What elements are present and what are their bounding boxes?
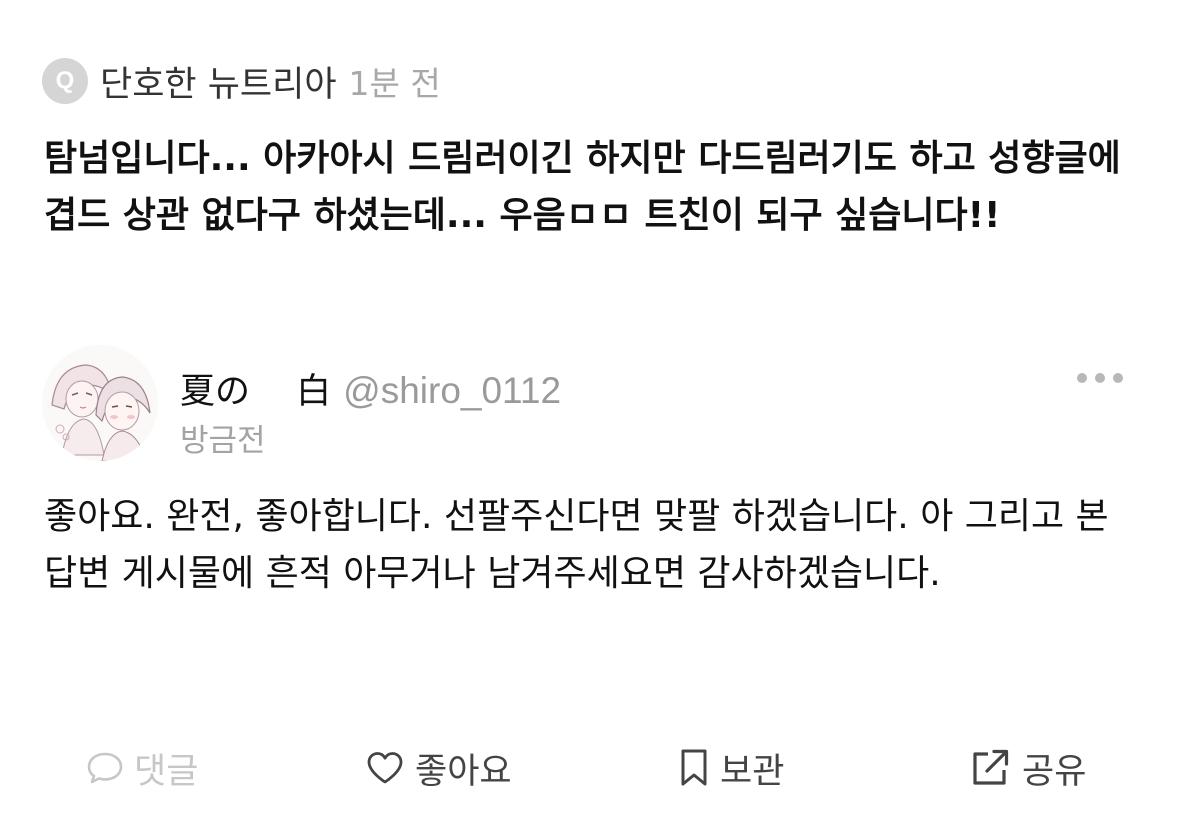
share-label: 공유 (1022, 751, 1087, 792)
avatar[interactable] (42, 345, 158, 461)
save-button[interactable]: 보관 (678, 740, 784, 796)
answer-time: 방금전 (180, 423, 266, 459)
question-badge-icon: Q (42, 58, 88, 104)
bookmark-icon (681, 749, 707, 786)
comment-button[interactable]: 댓글 (86, 740, 198, 796)
share-arrow-icon (973, 749, 1009, 785)
answerer-line: 夏の 白 @shiro_0112 (180, 363, 561, 414)
answer-header: 夏の 白 @shiro_0112 방금전 (42, 345, 1137, 461)
more-options-icon[interactable] (1077, 367, 1123, 389)
more-dot (1113, 373, 1123, 383)
action-bar: 댓글 좋아요 보관 공유 (0, 740, 1179, 796)
question-header: Q 단호한 뉴트리아 1분 전 (42, 56, 441, 106)
answer-text: 좋아요. 완전, 좋아합니다. 선팔주신다면 맞팔 하겠습니다. 아 그리고 본… (44, 496, 1109, 594)
avatar-illustration-icon (42, 345, 158, 461)
answerer-handle[interactable]: @shiro_0112 (343, 370, 561, 412)
more-dot (1095, 373, 1105, 383)
more-dot (1077, 373, 1087, 383)
answerer-name[interactable]: 夏の 白 (180, 363, 331, 414)
like-label: 좋아요 (415, 751, 512, 792)
speech-bubble-icon (87, 752, 123, 784)
question-time: 1분 전 (348, 64, 441, 103)
share-button[interactable]: 공유 (970, 740, 1086, 796)
asker-name[interactable]: 단호한 뉴트리아 (100, 56, 337, 107)
like-button[interactable]: 좋아요 (365, 740, 512, 796)
heart-icon (367, 752, 403, 784)
save-label: 보관 (720, 751, 785, 792)
question-text: 탐넘입니다... 아카아시 드림러이긴 하지만 다드림러기도 하고 성향글에 겹… (44, 138, 1121, 236)
comment-label: 댓글 (134, 751, 199, 792)
